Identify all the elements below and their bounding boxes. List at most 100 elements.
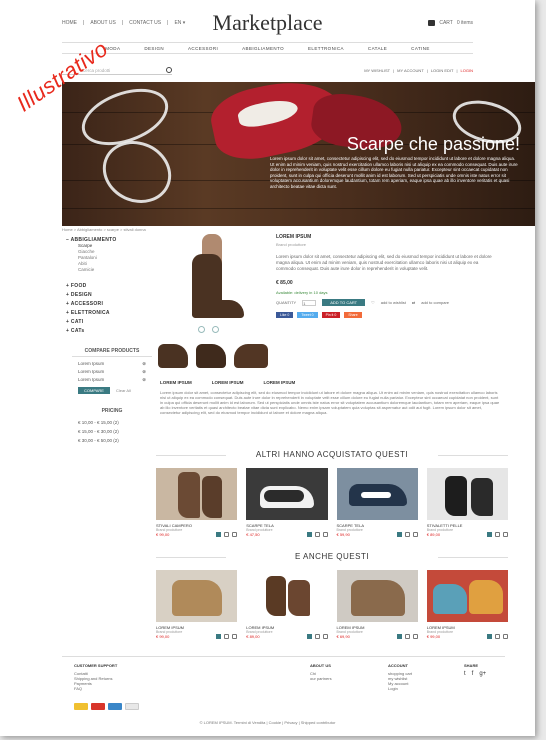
quantity-input[interactable]: 1: [302, 299, 317, 306]
heart-icon[interactable]: [404, 634, 410, 639]
cart-button[interactable]: CART 0 items: [428, 20, 473, 26]
product-card[interactable]: SCARPE TELA Brand produttore € 47,50: [246, 468, 328, 537]
compare-icon[interactable]: [322, 634, 328, 639]
nav-item-design[interactable]: DESIGN: [144, 46, 164, 51]
sidebar-item-cats[interactable]: + CATs: [66, 328, 136, 334]
product-card[interactable]: STIVALETTI PELLE Brand produttore € 89,0…: [426, 468, 508, 537]
compare-icon[interactable]: [412, 634, 418, 639]
sidebar-item-food[interactable]: + FOOD: [66, 283, 136, 289]
separator: |: [121, 20, 124, 26]
facebook-icon[interactable]: f: [472, 671, 474, 677]
heart-icon[interactable]: [314, 634, 320, 639]
product-thumbnail[interactable]: [156, 468, 238, 520]
product-card[interactable]: SCARPE TELA Brand produttore € 59,90: [336, 468, 418, 537]
wishlist-link[interactable]: MY WISHLIST: [364, 68, 390, 73]
product-card[interactable]: LOREM IPSUM Brand produttore € 89,00: [246, 570, 328, 639]
product-thumbnail[interactable]: [246, 468, 328, 520]
compare-icon[interactable]: [232, 634, 238, 639]
cart-icon[interactable]: [216, 634, 222, 639]
cart-icon[interactable]: [216, 532, 222, 537]
compare-link[interactable]: add to compare: [421, 300, 449, 305]
heart-icon[interactable]: [314, 532, 320, 537]
zoom-icon[interactable]: [198, 326, 205, 333]
footer-link[interactable]: FAQ: [74, 686, 139, 691]
about-link[interactable]: ABOUT US: [90, 20, 115, 26]
product-thumbnail[interactable]: [336, 570, 418, 622]
compare-icon[interactable]: [322, 532, 328, 537]
thumbnail[interactable]: [158, 344, 188, 368]
hero-banner[interactable]: Scarpe che passione! Lorem ipsum dolor s…: [62, 82, 535, 226]
sidebar-subitem[interactable]: Camicie: [66, 267, 136, 273]
breadcrumb[interactable]: Home > Abbigliamento > scarpe > stivali …: [62, 227, 146, 232]
site-logo[interactable]: Marketplace: [213, 10, 323, 36]
price-range[interactable]: € 30,00 - € 50,00 (2): [72, 436, 152, 445]
compare-item[interactable]: Lorem Ipsum ⊗: [72, 376, 152, 384]
tab-2[interactable]: LOREM IPSUM: [212, 380, 244, 385]
product-thumbnail[interactable]: [156, 570, 238, 622]
facebook-like-button[interactable]: Like 0: [276, 312, 294, 318]
compare-icon[interactable]: [503, 634, 508, 639]
gallery-icon[interactable]: [212, 326, 219, 333]
product-image[interactable]: [176, 234, 258, 322]
language-select[interactable]: EN ▾: [174, 20, 185, 26]
nav-item-elettronica[interactable]: ELETTRONICA: [308, 46, 344, 51]
search-icon[interactable]: [166, 67, 172, 73]
clear-all-link[interactable]: Clear All: [116, 388, 131, 393]
cart-icon[interactable]: [487, 634, 492, 639]
product-thumbnail[interactable]: [246, 570, 328, 622]
price-range[interactable]: € 15,00 - € 30,00 (2): [72, 427, 152, 436]
heart-icon[interactable]: ♡: [371, 300, 375, 305]
tab-1[interactable]: LOREM IPSUM: [160, 380, 192, 385]
cart-icon[interactable]: [396, 634, 402, 639]
price-range[interactable]: € 10,00 - € 15,00 (2): [72, 418, 152, 427]
sidebar-item-design[interactable]: + DESIGN: [66, 292, 136, 298]
cart-icon[interactable]: [306, 634, 312, 639]
cart-icon[interactable]: [396, 532, 402, 537]
footer-link[interactable]: our partners: [310, 676, 332, 681]
heart-icon[interactable]: [404, 532, 410, 537]
product-card[interactable]: LOREM IPSUM Brand produttore € 69,90: [336, 570, 418, 639]
compare-icon[interactable]: [232, 532, 238, 537]
tweet-button[interactable]: Tweet 0: [297, 312, 318, 318]
add-to-cart-button[interactable]: ADD TO CART: [322, 299, 366, 306]
google-plus-icon[interactable]: g+: [479, 671, 486, 677]
product-thumbnail[interactable]: [336, 468, 418, 520]
footer-link[interactable]: Login: [388, 686, 412, 691]
compare-icon[interactable]: [503, 532, 508, 537]
heart-icon[interactable]: [495, 634, 500, 639]
nav-item-catine[interactable]: CATINE: [411, 46, 430, 51]
sidebar-item-cati[interactable]: + CATI: [66, 319, 136, 325]
nav-item-accessori[interactable]: ACCESSORI: [188, 46, 218, 51]
share-button[interactable]: Share: [344, 312, 362, 318]
compare-item[interactable]: Lorem Ipsum ⊗: [72, 360, 152, 368]
compare-button[interactable]: COMPARE: [78, 387, 110, 394]
heart-icon[interactable]: [224, 634, 230, 639]
sidebar-item-accessori[interactable]: + ACCESSORI: [66, 301, 136, 307]
twitter-icon[interactable]: t: [464, 671, 466, 677]
cart-icon[interactable]: [487, 532, 492, 537]
thumbnail[interactable]: [196, 344, 226, 368]
login-link[interactable]: LOGIN: [461, 68, 473, 73]
heart-icon[interactable]: [224, 532, 230, 537]
login-edit-link[interactable]: LOGIN EDIT: [431, 68, 454, 73]
wishlist-link[interactable]: add to wishlist: [381, 300, 406, 305]
heart-icon[interactable]: [495, 532, 500, 537]
thumbnail[interactable]: [234, 344, 268, 368]
my-account-link[interactable]: MY ACCOUNT: [397, 68, 424, 73]
compare-item[interactable]: Lorem Ipsum ⊗: [72, 368, 152, 376]
product-thumbnail[interactable]: [426, 468, 508, 520]
product-thumbnail[interactable]: [426, 570, 508, 622]
tab-3[interactable]: LOREM IPSUM: [264, 380, 296, 385]
nav-item-abbigliamento[interactable]: ABBIGLIAMENTO: [242, 46, 284, 51]
sidebar-item-elettronica[interactable]: + ELETTRONICA: [66, 310, 136, 316]
contact-link[interactable]: CONTACT US: [129, 20, 161, 26]
home-link[interactable]: HOME: [62, 20, 77, 26]
cart-icon[interactable]: [306, 532, 312, 537]
product-card[interactable]: LOREM IPSUM Brand produttore € 99,00: [156, 570, 238, 639]
product-card[interactable]: STIVALI CAMPERO Brand produttore € 99,00: [156, 468, 238, 537]
product-card[interactable]: LOREM IPSUM Brand produttore € 99,00: [426, 570, 508, 639]
compare-icon[interactable]: [412, 532, 418, 537]
nav-item-catale[interactable]: CATALE: [368, 46, 387, 51]
pinterest-button[interactable]: Pin it 0: [321, 312, 341, 318]
compare-icon[interactable]: ⇄: [412, 300, 415, 305]
